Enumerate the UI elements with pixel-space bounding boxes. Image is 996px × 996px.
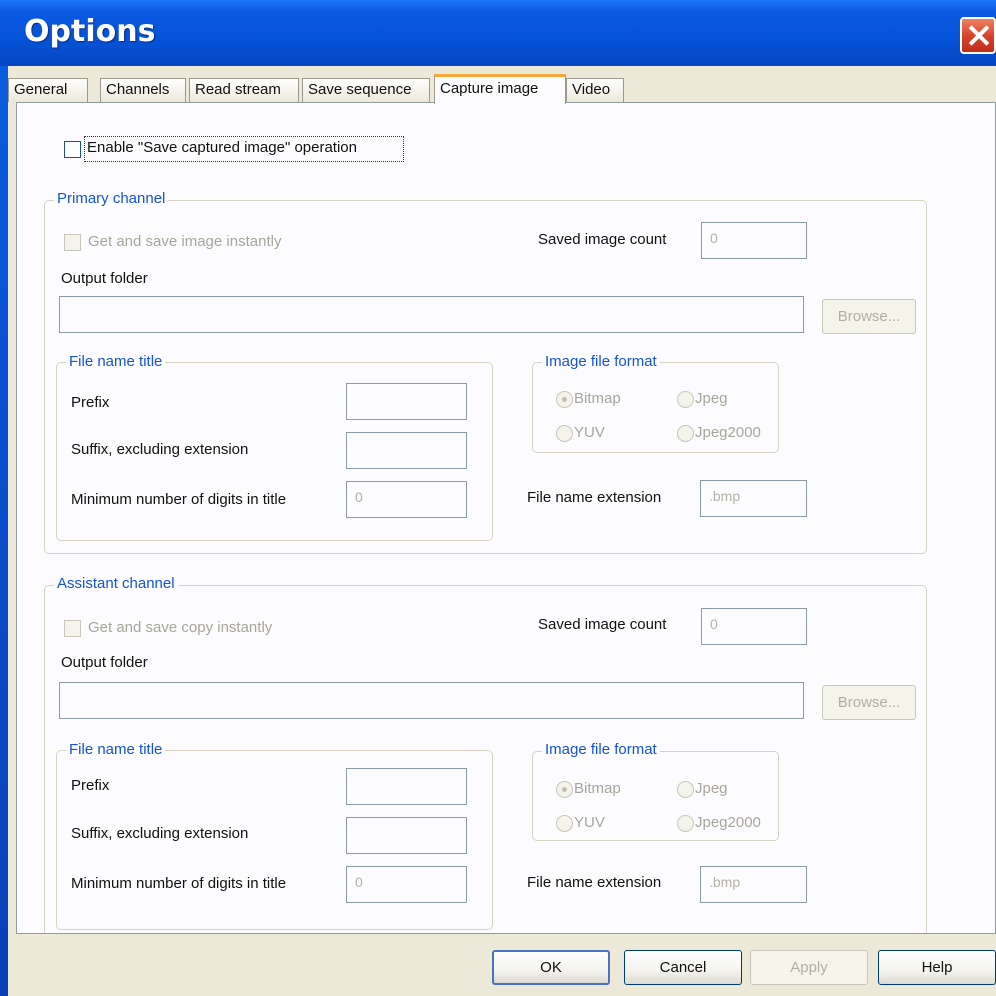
enable-save-captured-checkbox[interactable] (64, 141, 81, 158)
title-bar[interactable]: Options (0, 0, 996, 66)
primary-radio-jpeg2000-label: Jpeg2000 (695, 424, 761, 441)
primary-image-format-title: Image file format (542, 353, 660, 370)
primary-output-folder-label: Output folder (61, 270, 148, 287)
primary-output-folder-field[interactable] (59, 296, 804, 333)
assistant-ext-field[interactable]: .bmp (700, 866, 807, 903)
primary-min-digits-field[interactable]: 0 (346, 481, 467, 518)
assistant-instant-label: Get and save copy instantly (88, 619, 273, 636)
assistant-radio-jpeg[interactable] (677, 781, 694, 798)
help-button[interactable]: Help (878, 950, 996, 985)
assistant-prefix-field[interactable] (346, 768, 467, 805)
primary-radio-jpeg2000[interactable] (677, 425, 694, 442)
assistant-radio-bitmap[interactable] (556, 781, 573, 798)
tab-video[interactable]: Video (566, 78, 624, 102)
assistant-prefix-label: Prefix (71, 777, 110, 794)
close-icon[interactable] (960, 17, 996, 54)
window-title: Options (24, 14, 156, 49)
cancel-button[interactable]: Cancel (624, 950, 742, 985)
enable-save-captured-label[interactable]: Enable "Save captured image" operation (87, 139, 357, 156)
tab-general[interactable]: General (8, 78, 88, 102)
primary-saved-count-label: Saved image count (538, 231, 667, 248)
capture-image-panel: Enable "Save captured image" operation P… (16, 102, 996, 934)
primary-radio-jpeg[interactable] (677, 391, 694, 408)
primary-channel-title: Primary channel (54, 190, 169, 207)
primary-radio-bitmap[interactable] (556, 391, 573, 408)
assistant-saved-count-label: Saved image count (538, 616, 667, 633)
tab-save-sequence[interactable]: Save sequence (302, 78, 430, 102)
assistant-radio-jpeg2000-label: Jpeg2000 (695, 814, 761, 831)
assistant-ext-label: File name extension (527, 874, 662, 891)
assistant-radio-yuv[interactable] (556, 815, 573, 832)
primary-radio-yuv-label: YUV (574, 424, 605, 441)
tab-read-stream[interactable]: Read stream (189, 78, 299, 102)
assistant-output-folder-label: Output folder (61, 654, 148, 671)
primary-ext-label: File name extension (527, 489, 662, 506)
assistant-suffix-field[interactable] (346, 817, 467, 854)
assistant-radio-jpeg2000[interactable] (677, 815, 694, 832)
assistant-min-digits-label: Minimum number of digits in title (71, 875, 287, 892)
primary-radio-jpeg-label: Jpeg (695, 390, 728, 407)
primary-suffix-label: Suffix, excluding extension (71, 441, 249, 458)
ok-button[interactable]: OK (492, 950, 610, 985)
primary-min-digits-label: Minimum number of digits in title (71, 491, 287, 508)
primary-prefix-field[interactable] (346, 383, 467, 420)
primary-radio-yuv[interactable] (556, 425, 573, 442)
assistant-output-folder-field[interactable] (59, 682, 804, 719)
primary-suffix-field[interactable] (346, 432, 467, 469)
primary-saved-count-field[interactable]: 0 (701, 222, 807, 259)
apply-button[interactable]: Apply (750, 950, 868, 985)
options-window: Options General Channels Read stream Sav… (0, 0, 996, 996)
assistant-saved-count-field[interactable]: 0 (701, 608, 807, 645)
primary-instant-checkbox[interactable] (64, 234, 81, 251)
assistant-radio-yuv-label: YUV (574, 814, 605, 831)
assistant-min-digits-field[interactable]: 0 (346, 866, 467, 903)
primary-instant-label: Get and save image instantly (88, 233, 282, 250)
assistant-browse-button[interactable]: Browse... (822, 685, 916, 720)
assistant-radio-jpeg-label: Jpeg (695, 780, 728, 797)
primary-radio-bitmap-label: Bitmap (574, 390, 621, 407)
tab-capture-image[interactable]: Capture image (434, 74, 566, 104)
primary-browse-button[interactable]: Browse... (822, 299, 916, 334)
primary-prefix-label: Prefix (71, 394, 110, 411)
assistant-image-format-title: Image file format (542, 741, 660, 758)
assistant-channel-title: Assistant channel (54, 575, 178, 592)
assistant-radio-bitmap-label: Bitmap (574, 780, 621, 797)
tab-channels[interactable]: Channels (100, 78, 186, 102)
primary-ext-field[interactable]: .bmp (700, 480, 807, 517)
primary-file-name-title: File name title (66, 353, 166, 370)
assistant-instant-checkbox[interactable] (64, 620, 81, 637)
assistant-file-name-title: File name title (66, 741, 166, 758)
assistant-suffix-label: Suffix, excluding extension (71, 825, 249, 842)
